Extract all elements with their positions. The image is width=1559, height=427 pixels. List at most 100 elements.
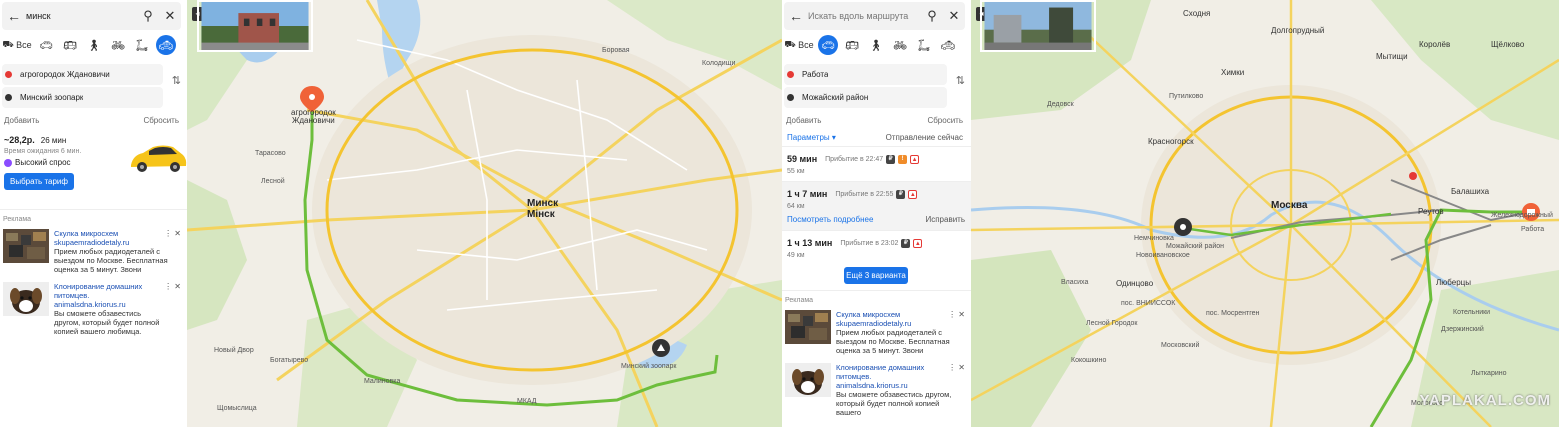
taxi-icon[interactable]: 🚕︎ xyxy=(938,35,958,55)
ad-item[interactable]: Клонирование домашних питомцев. animalsd… xyxy=(785,363,967,417)
bus-icon[interactable]: 🚌︎ xyxy=(842,35,862,55)
reset-button[interactable]: Сбросить xyxy=(143,116,179,125)
ad-url[interactable]: animalsdna.kriorus.ru xyxy=(836,381,953,390)
map-label-minsk-by: Мінск xyxy=(527,209,555,220)
ad-text: Прием любых радиодеталей с выездом по Мо… xyxy=(836,328,950,355)
search-input[interactable]: Искать вдоль маршрута xyxy=(808,11,921,21)
map-label: МКАД xyxy=(517,398,537,405)
search-icon[interactable]: ⚲ xyxy=(137,8,159,24)
route-stops: агрогородок Ждановичи Минский зоопарк ⇅ xyxy=(0,60,187,108)
add-point-button[interactable]: Добавить xyxy=(786,116,821,125)
ad-url[interactable]: animalsdna.kriorus.ru xyxy=(54,300,169,309)
swap-icon[interactable]: ⇅ xyxy=(172,74,181,87)
map-label: Колодищи xyxy=(702,60,736,67)
taxi-duration: 26 мин xyxy=(40,136,67,145)
ads-section: Реклама Скулка микросхем skupaemradiodet… xyxy=(782,290,971,417)
params-dropdown[interactable]: Параметры ▾ xyxy=(787,133,836,142)
ad-item[interactable]: Скулка микросхем skupaemradiodetaly.ru П… xyxy=(785,310,967,355)
ad-url[interactable]: skupaemradiodetaly.ru xyxy=(836,319,953,328)
swap-icon[interactable]: ⇅ xyxy=(956,74,965,87)
bike-icon[interactable]: 🚲︎ xyxy=(108,35,128,55)
back-arrow-icon[interactable]: ← xyxy=(784,8,808,24)
map-minsk[interactable]: ◂ агрогородок Ждановичи Минск Мінск Минс… xyxy=(187,0,782,427)
add-point-button[interactable]: Добавить xyxy=(4,116,39,125)
taxi-icon[interactable]: 🚕︎ xyxy=(156,35,176,55)
route-fix-link[interactable]: Исправить xyxy=(925,215,965,224)
route-time: 1 ч 13 мин xyxy=(787,238,833,248)
walk-icon[interactable]: 🚶︎ xyxy=(84,35,104,55)
ad-item[interactable]: Клонирование домашних питомцев. animalsd… xyxy=(3,282,183,336)
to-field[interactable]: Можайский район xyxy=(784,87,947,108)
add-reset-row: Добавить Сбросить xyxy=(0,110,187,125)
warning-icon: ▲ xyxy=(910,154,920,164)
from-field[interactable]: Работа xyxy=(784,64,947,85)
choose-tariff-button[interactable]: Выбрать тариф xyxy=(4,173,74,190)
map-label: Дедовск xyxy=(1047,101,1074,108)
transport-modes: ⛟ Все 🚗︎ 🚌︎ 🚶︎ 🚲︎ 🛴︎ 🚕︎ xyxy=(0,30,187,60)
route-arrival: Прибытие в 22:47 xyxy=(825,155,884,163)
route-option[interactable]: 1 ч 13 мин Прибытие в 23:02 ₽ ▲ 49 км Ещё … xyxy=(782,230,971,290)
street-photo-thumbnail[interactable] xyxy=(197,0,313,52)
start-dot-icon xyxy=(5,71,12,78)
map-label: Лесной xyxy=(261,178,285,185)
ad-image-chips xyxy=(3,229,49,263)
search-icon[interactable]: ⚲ xyxy=(921,8,943,24)
map-label-moscow: Москва xyxy=(1271,200,1308,211)
ad-title[interactable]: Скулка микросхем xyxy=(54,229,169,238)
ad-menu-icon[interactable]: ⋮ ✕ xyxy=(164,282,181,291)
end-dot-icon xyxy=(787,94,794,101)
street-photo-thumbnail[interactable] xyxy=(980,0,1096,52)
depart-time[interactable]: Отправление сейчас xyxy=(886,133,963,142)
walk-icon[interactable]: 🚶︎ xyxy=(866,35,886,55)
mode-all[interactable]: ⛟ Все xyxy=(2,35,32,55)
map-label: Железнодорожный xyxy=(1491,212,1553,219)
from-field[interactable]: агрогородок Ждановичи xyxy=(2,64,163,85)
map-label: Дзержинский xyxy=(1441,326,1484,333)
ad-item[interactable]: Скулка микросхем skupaemradiodetaly.ru П… xyxy=(3,229,183,274)
toll-icon: ₽ xyxy=(896,189,906,199)
bike-icon[interactable]: 🚲︎ xyxy=(890,35,910,55)
scooter-icon[interactable]: 🛴︎ xyxy=(914,35,934,55)
more-routes-button[interactable]: Ещё 3 варианта xyxy=(844,267,908,284)
ad-menu-icon[interactable]: ⋮ ✕ xyxy=(948,310,965,319)
taxi-car-icon xyxy=(131,145,187,172)
map-moscow[interactable]: ◂ Москва Химки Красногорск Одинцово Реут… xyxy=(971,0,1559,427)
route-option-selected[interactable]: 1 ч 7 мин Прибытие в 22:55 ₽ ▲ 64 км Посмо… xyxy=(782,181,971,230)
ad-title[interactable]: Клонирование домашних питомцев. xyxy=(54,282,169,300)
route-details-link[interactable]: Посмотреть подробнее xyxy=(787,215,873,224)
bus-icon[interactable]: 🚌︎ xyxy=(60,35,80,55)
search-input[interactable]: минск xyxy=(26,11,137,21)
watermark: YAPLAKAL.COM xyxy=(1419,392,1551,409)
map-label: Боровая xyxy=(602,47,630,54)
map-label: Балашиха xyxy=(1451,187,1490,196)
ad-title[interactable]: Скулка микросхем xyxy=(836,310,953,319)
destination-marker-icon xyxy=(1174,218,1192,236)
route-time: 1 ч 7 мин xyxy=(787,189,828,199)
from-value: агрогородок Ждановичи xyxy=(20,70,110,79)
car-icon[interactable]: 🚗︎ xyxy=(818,35,838,55)
close-icon[interactable]: ✕ xyxy=(159,8,181,24)
mode-all[interactable]: ⛟ Все xyxy=(784,35,814,55)
car-icon[interactable]: 🚗︎ xyxy=(36,35,56,55)
route-stops: Работа Можайский район ⇅ xyxy=(782,60,971,108)
ad-text: Вы сможете обзавестись другом, который б… xyxy=(836,390,952,417)
mode-all-icon: ⛟ xyxy=(2,39,14,49)
ad-title[interactable]: Клонирование домашних питомцев. xyxy=(836,363,953,381)
to-field[interactable]: Минский зоопарк xyxy=(2,87,163,108)
ad-menu-icon[interactable]: ⋮ ✕ xyxy=(164,229,181,238)
route-panel-moscow: ← Искать вдоль маршрута ⚲ ✕ ⛟ Все 🚗︎ 🚌︎ … xyxy=(782,0,971,427)
warning-icon: ▲ xyxy=(913,238,923,248)
ad-menu-icon[interactable]: ⋮ ✕ xyxy=(948,363,965,372)
reset-button[interactable]: Сбросить xyxy=(927,116,963,125)
ads-label: Реклама xyxy=(785,297,814,304)
back-arrow-icon[interactable]: ← xyxy=(2,8,26,24)
route-arrival: Прибытие в 23:02 xyxy=(840,239,899,247)
ad-image-chips xyxy=(785,310,831,344)
scooter-icon[interactable]: 🛴︎ xyxy=(132,35,152,55)
taxi-card: ~28,2р. 26 мин Время ожидания 6 мин. Высо… xyxy=(0,125,187,209)
route-time: 59 мин xyxy=(787,154,818,164)
route-option[interactable]: 59 мин Прибытие в 22:47 ₽! ▲ 55 км xyxy=(782,146,971,181)
transport-modes: ⛟ Все 🚗︎ 🚌︎ 🚶︎ 🚲︎ 🛴︎ 🚕︎ xyxy=(782,30,971,60)
ad-url[interactable]: skupaemradiodetaly.ru xyxy=(54,238,169,247)
close-icon[interactable]: ✕ xyxy=(943,8,965,24)
